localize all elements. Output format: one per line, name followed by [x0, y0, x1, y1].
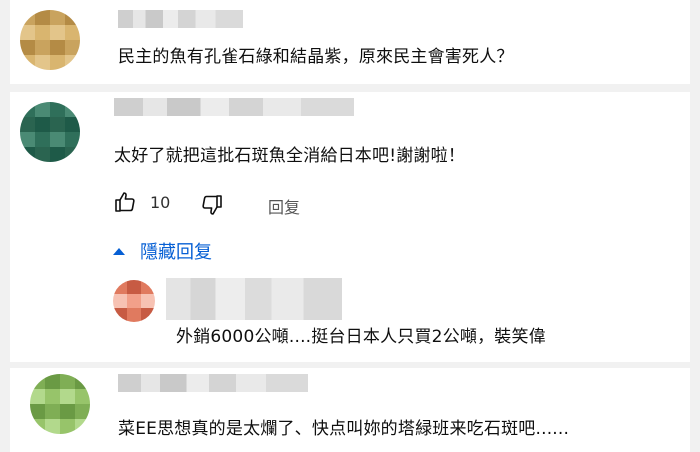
avatar-pixel [75, 374, 90, 389]
like-count: 10 [150, 193, 171, 212]
avatar-pixel [45, 404, 60, 419]
avatar-pixel [50, 147, 65, 162]
avatar-pixel [50, 117, 65, 132]
avatar-pixel [141, 294, 155, 308]
author-name-blurred[interactable] [114, 98, 354, 116]
author-name-blurred[interactable] [118, 10, 243, 28]
avatar-pixel [35, 25, 50, 40]
avatar-pixel [65, 102, 80, 117]
avatar-pixel [75, 419, 90, 434]
avatar-pixel [30, 389, 45, 404]
avatar-pixel [45, 374, 60, 389]
avatar[interactable] [20, 102, 80, 162]
avatar-pixel [65, 25, 80, 40]
avatar-pixel [60, 419, 75, 434]
avatar-pixel [75, 389, 90, 404]
avatar-pixel [20, 55, 35, 70]
avatar-pixel [20, 40, 35, 55]
avatar-pixel [113, 280, 127, 294]
avatar-pixel [60, 389, 75, 404]
avatar-pixel [60, 404, 75, 419]
avatar-pixel [50, 132, 65, 147]
avatar-pixel [50, 40, 65, 55]
comment-card-2: 太好了就把這批石斑魚全消給日本吧!謝謝啦！ 10 回复 隱藏回复 外銷6000公… [10, 92, 690, 362]
reply-avatar[interactable] [113, 280, 155, 322]
avatar-pixel [65, 132, 80, 147]
avatar-pixel [60, 374, 75, 389]
avatar-pixel [50, 55, 65, 70]
avatar-pixel [65, 147, 80, 162]
avatar-pixel [35, 132, 50, 147]
thumbs-down-icon [202, 195, 222, 215]
caret-up-icon [113, 248, 125, 255]
avatar-pixel [50, 102, 65, 117]
hide-replies-button[interactable]: 隱藏回复 [112, 238, 212, 264]
reply-button[interactable]: 回复 [268, 194, 300, 218]
comment-text: 民主的魚有孔雀石綠和結晶紫，原來民主會害死人？ [118, 47, 514, 67]
avatar-pixel [75, 404, 90, 419]
avatar-pixel [30, 419, 45, 434]
avatar-pixel [35, 55, 50, 70]
avatar-pixel [65, 117, 80, 132]
like-button[interactable] [113, 190, 137, 214]
avatar-pixel [35, 10, 50, 25]
avatar-pixel [20, 10, 35, 25]
avatar-pixel [65, 55, 80, 70]
avatar-pixel [65, 40, 80, 55]
comment-card-1: 民主的魚有孔雀石綠和結晶紫，原來民主會害死人？ [10, 0, 690, 84]
avatar-pixel [127, 280, 141, 294]
avatar-pixel [20, 132, 35, 147]
reply-text: 外銷6000公噸....挺台日本人只買2公噸，裝笑偉 [176, 327, 546, 347]
avatar[interactable] [20, 10, 80, 70]
avatar-pixel [45, 389, 60, 404]
avatar-pixel [35, 102, 50, 117]
author-name-blurred[interactable] [118, 374, 308, 392]
avatar-pixel [35, 117, 50, 132]
comment-card-3: 菜EE思想真的是太爛了、快点叫妳的塔緑班来吃石斑吧...... [10, 368, 690, 452]
avatar-pixel [127, 294, 141, 308]
thumbs-up-icon [115, 192, 135, 212]
avatar-pixel [113, 294, 127, 308]
avatar-pixel [50, 25, 65, 40]
avatar-pixel [141, 280, 155, 294]
avatar-pixel [45, 419, 60, 434]
avatar-pixel [50, 10, 65, 25]
avatar-pixel [20, 117, 35, 132]
avatar-pixel [141, 308, 155, 322]
dislike-button[interactable] [200, 193, 224, 217]
avatar-pixel [20, 25, 35, 40]
avatar-pixel [20, 147, 35, 162]
avatar-pixel [113, 308, 127, 322]
avatar-pixel [65, 10, 80, 25]
avatar-pixel [35, 40, 50, 55]
reply-author-name-blurred[interactable] [166, 278, 342, 320]
hide-replies-label: 隱藏回复 [140, 242, 212, 263]
avatar-pixel [127, 308, 141, 322]
avatar-pixel [20, 102, 35, 117]
avatar[interactable] [30, 374, 90, 434]
comment-text: 菜EE思想真的是太爛了、快点叫妳的塔緑班来吃石斑吧...... [118, 419, 570, 439]
avatar-pixel [35, 147, 50, 162]
comment-text: 太好了就把這批石斑魚全消給日本吧!謝謝啦！ [114, 146, 466, 166]
avatar-pixel [30, 374, 45, 389]
avatar-pixel [30, 404, 45, 419]
